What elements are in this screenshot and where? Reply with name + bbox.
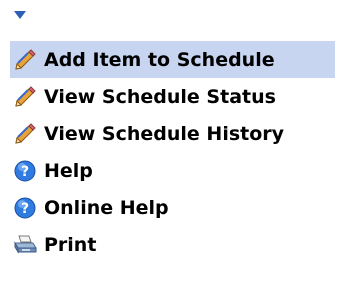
help-icon: ?: [10, 189, 40, 226]
menu-item-help[interactable]: ? Help: [10, 152, 335, 189]
menu-item-label: Online Help: [44, 196, 169, 219]
menu-item-online-help[interactable]: ? Online Help: [10, 189, 335, 226]
menu-item-add-item-to-schedule[interactable]: Add Item to Schedule: [10, 41, 335, 78]
svg-text:?: ?: [21, 164, 29, 180]
svg-text:?: ?: [21, 201, 29, 217]
menu-item-view-schedule-history[interactable]: View Schedule History: [10, 115, 335, 152]
menu-item-label: View Schedule Status: [44, 85, 276, 108]
dropdown-toggle[interactable]: [12, 8, 28, 22]
pencil-icon: [10, 78, 40, 115]
menu-item-label: Help: [44, 159, 93, 182]
help-icon: ?: [10, 152, 40, 189]
menu-item-print[interactable]: Print: [10, 226, 335, 263]
context-menu: Add Item to Schedule View Schedule Statu…: [10, 41, 335, 263]
menu-item-view-schedule-status[interactable]: View Schedule Status: [10, 78, 335, 115]
menu-item-label: Print: [44, 233, 97, 256]
menu-item-label: View Schedule History: [44, 122, 285, 145]
pencil-icon: [10, 115, 40, 152]
menu-item-label: Add Item to Schedule: [44, 48, 275, 71]
printer-icon: [10, 226, 40, 263]
pencil-icon: [10, 41, 40, 78]
triangle-down-icon: [14, 11, 26, 19]
